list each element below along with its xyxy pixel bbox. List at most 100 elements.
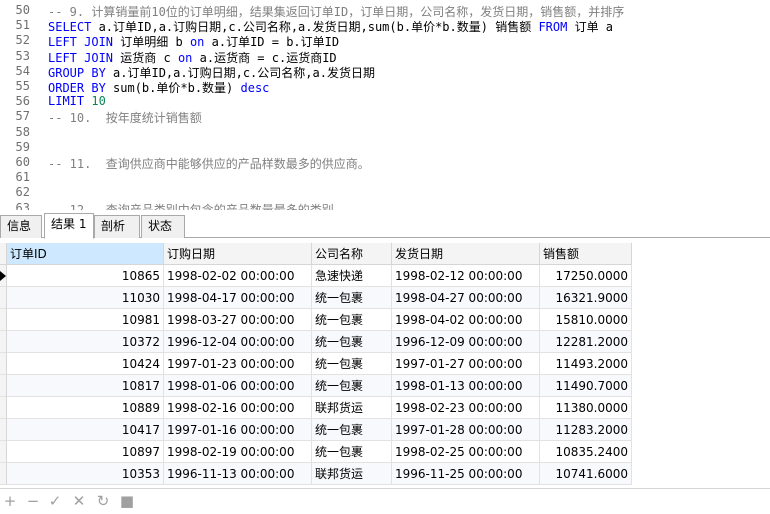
cell-company-name[interactable]: 统一包裹 bbox=[312, 441, 392, 463]
cell-company-name[interactable]: 统一包裹 bbox=[312, 309, 392, 331]
cell-sales-amount[interactable]: 11380.0000 bbox=[540, 397, 632, 419]
table-row[interactable]: 10897 1998-02-19 00:00:00 统一包裹 1998-02-25 0… bbox=[0, 441, 632, 463]
column-header-company-name[interactable]: 公司名称 bbox=[312, 243, 392, 265]
cell-order-date[interactable]: 1997-01-23 00:00:00 bbox=[164, 353, 312, 375]
row-indicator[interactable] bbox=[0, 265, 7, 287]
sql-keyword: LEFT JOIN bbox=[48, 35, 114, 50]
tab-profile[interactable]: 剖析 bbox=[94, 215, 140, 238]
row-indicator[interactable] bbox=[0, 287, 7, 309]
cell-company-name[interactable]: 统一包裹 bbox=[312, 419, 392, 441]
row-indicator[interactable] bbox=[0, 309, 7, 331]
sql-text: a.订单ID,a.订购日期,c.公司名称,a.发货日期,sum(b.单价*b.数… bbox=[91, 20, 539, 35]
cell-order-date[interactable]: 1998-01-06 00:00:00 bbox=[164, 375, 312, 397]
cell-sales-amount[interactable]: 11490.7000 bbox=[540, 375, 632, 397]
tab-status[interactable]: 状态 bbox=[141, 215, 185, 238]
cell-ship-date[interactable]: 1996-12-09 00:00:00 bbox=[392, 331, 540, 353]
cell-order-date[interactable]: 1998-03-27 00:00:00 bbox=[164, 309, 312, 331]
cell-sales-amount[interactable]: 10835.2400 bbox=[540, 441, 632, 463]
cell-sales-amount[interactable]: 17250.0000 bbox=[540, 265, 632, 287]
row-indicator[interactable] bbox=[0, 463, 7, 485]
column-header-ship-date[interactable]: 发货日期 bbox=[392, 243, 540, 265]
cell-company-name[interactable]: 急速快递 bbox=[312, 265, 392, 287]
discard-changes-button[interactable]: ✕ bbox=[71, 493, 87, 509]
cell-ship-date[interactable]: 1998-02-25 00:00:00 bbox=[392, 441, 540, 463]
refresh-button[interactable]: ↻ bbox=[95, 493, 111, 509]
cell-sales-amount[interactable]: 12281.2000 bbox=[540, 331, 632, 353]
cell-order-id[interactable]: 10417 bbox=[7, 419, 164, 441]
cell-company-name[interactable]: 统一包裹 bbox=[312, 287, 392, 309]
cell-ship-date[interactable]: 1998-04-27 00:00:00 bbox=[392, 287, 540, 309]
cell-ship-date[interactable]: 1996-11-25 00:00:00 bbox=[392, 463, 540, 485]
cell-order-id[interactable]: 10817 bbox=[7, 375, 164, 397]
table-row[interactable]: 10865 1998-02-02 00:00:00 急速快递 1998-02-12 0… bbox=[0, 265, 632, 287]
table-row[interactable]: 10353 1996-11-13 00:00:00 联邦货运 1996-11-25 0… bbox=[0, 463, 632, 485]
table-row[interactable]: 11030 1998-04-17 00:00:00 统一包裹 1998-04-27 0… bbox=[0, 287, 632, 309]
sql-keyword: on bbox=[189, 35, 205, 50]
cell-ship-date[interactable]: 1998-02-12 00:00:00 bbox=[392, 265, 540, 287]
tab-info[interactable]: 信息 bbox=[0, 215, 42, 238]
column-header-sales-amount[interactable]: 销售额 bbox=[540, 243, 632, 265]
row-indicator[interactable] bbox=[0, 353, 7, 375]
table-row[interactable]: 10424 1997-01-23 00:00:00 统一包裹 1997-01-27 0… bbox=[0, 353, 632, 375]
sql-editor[interactable]: 50 -- 9. 计算销量前10位的订单明细，结果集返回订单ID，订单日期，公司名… bbox=[0, 0, 770, 210]
cell-order-date[interactable]: 1998-02-19 00:00:00 bbox=[164, 441, 312, 463]
tab-result-1[interactable]: 结果 1 bbox=[44, 213, 94, 239]
cell-sales-amount[interactable]: 11493.2000 bbox=[540, 353, 632, 375]
cell-order-date[interactable]: 1998-02-02 00:00:00 bbox=[164, 265, 312, 287]
line-number: 50 bbox=[15, 3, 30, 17]
line-number: 61 bbox=[15, 170, 30, 185]
cell-order-id[interactable]: 10897 bbox=[7, 441, 164, 463]
cell-order-date[interactable]: 1998-04-17 00:00:00 bbox=[164, 287, 312, 309]
stop-button[interactable]: ■ bbox=[119, 493, 135, 509]
cell-order-id[interactable]: 10889 bbox=[7, 397, 164, 419]
cell-order-date[interactable]: 1997-01-16 00:00:00 bbox=[164, 419, 312, 441]
table-row[interactable]: 10817 1998-01-06 00:00:00 统一包裹 1998-01-13 0… bbox=[0, 375, 632, 397]
cell-sales-amount[interactable]: 11283.2000 bbox=[540, 419, 632, 441]
row-indicator[interactable] bbox=[0, 419, 7, 441]
cell-sales-amount[interactable]: 15810.0000 bbox=[540, 309, 632, 331]
apply-changes-button[interactable]: ✓ bbox=[47, 493, 63, 509]
row-indicator[interactable] bbox=[0, 397, 7, 419]
delete-record-button[interactable]: − bbox=[25, 493, 41, 509]
cell-company-name[interactable]: 统一包裹 bbox=[312, 331, 392, 353]
check-icon: ✓ bbox=[48, 492, 62, 510]
line-number: 51 bbox=[15, 18, 30, 33]
sql-comment: -- 10. 按年度统计销售额 bbox=[48, 111, 202, 126]
cell-order-date[interactable]: 1996-11-13 00:00:00 bbox=[164, 463, 312, 485]
cell-ship-date[interactable]: 1998-01-13 00:00:00 bbox=[392, 375, 540, 397]
cell-company-name[interactable]: 统一包裹 bbox=[312, 375, 392, 397]
column-header-order-id[interactable]: 订单ID bbox=[7, 243, 164, 265]
add-record-button[interactable]: + bbox=[2, 493, 18, 509]
line-number: 60 bbox=[15, 155, 30, 169]
grid-toolbar: + − ✓ ✕ ↻ ■ bbox=[0, 488, 770, 514]
row-indicator[interactable] bbox=[0, 331, 7, 353]
cell-order-id[interactable]: 10865 bbox=[7, 265, 164, 287]
sql-keyword: LEFT JOIN bbox=[48, 50, 114, 65]
table-row[interactable]: 10981 1998-03-27 00:00:00 统一包裹 1998-04-02 0… bbox=[0, 309, 632, 331]
cell-order-id[interactable]: 11030 bbox=[7, 287, 164, 309]
table-row[interactable]: 10417 1997-01-16 00:00:00 统一包裹 1997-01-28 0… bbox=[0, 419, 632, 441]
cell-ship-date[interactable]: 1998-02-23 00:00:00 bbox=[392, 397, 540, 419]
sql-text: a.订单ID = b.订单ID bbox=[204, 35, 340, 50]
cell-sales-amount[interactable]: 16321.9000 bbox=[540, 287, 632, 309]
cell-company-name[interactable]: 统一包裹 bbox=[312, 353, 392, 375]
row-indicator[interactable] bbox=[0, 375, 7, 397]
cell-order-id[interactable]: 10424 bbox=[7, 353, 164, 375]
cell-company-name[interactable]: 联邦货运 bbox=[312, 463, 392, 485]
cell-order-date[interactable]: 1998-02-16 00:00:00 bbox=[164, 397, 312, 419]
cell-order-id[interactable]: 10981 bbox=[7, 309, 164, 331]
cell-company-name[interactable]: 联邦货运 bbox=[312, 397, 392, 419]
cell-ship-date[interactable]: 1997-01-27 00:00:00 bbox=[392, 353, 540, 375]
table-header: 订单ID 订购日期 公司名称 发货日期 销售额 bbox=[0, 243, 632, 265]
table-row[interactable]: 10372 1996-12-04 00:00:00 统一包裹 1996-12-09 0… bbox=[0, 331, 632, 353]
cell-sales-amount[interactable]: 10741.6000 bbox=[540, 463, 632, 485]
cell-order-date[interactable]: 1996-12-04 00:00:00 bbox=[164, 331, 312, 353]
sql-text: 订单明细 b bbox=[113, 35, 190, 50]
column-header-order-date[interactable]: 订购日期 bbox=[164, 243, 312, 265]
cell-ship-date[interactable]: 1997-01-28 00:00:00 bbox=[392, 419, 540, 441]
cell-order-id[interactable]: 10372 bbox=[7, 331, 164, 353]
row-indicator[interactable] bbox=[0, 441, 7, 463]
table-row[interactable]: 10889 1998-02-16 00:00:00 联邦货运 1998-02-23 0… bbox=[0, 397, 632, 419]
cell-order-id[interactable]: 10353 bbox=[7, 463, 164, 485]
cell-ship-date[interactable]: 1998-04-02 00:00:00 bbox=[392, 309, 540, 331]
